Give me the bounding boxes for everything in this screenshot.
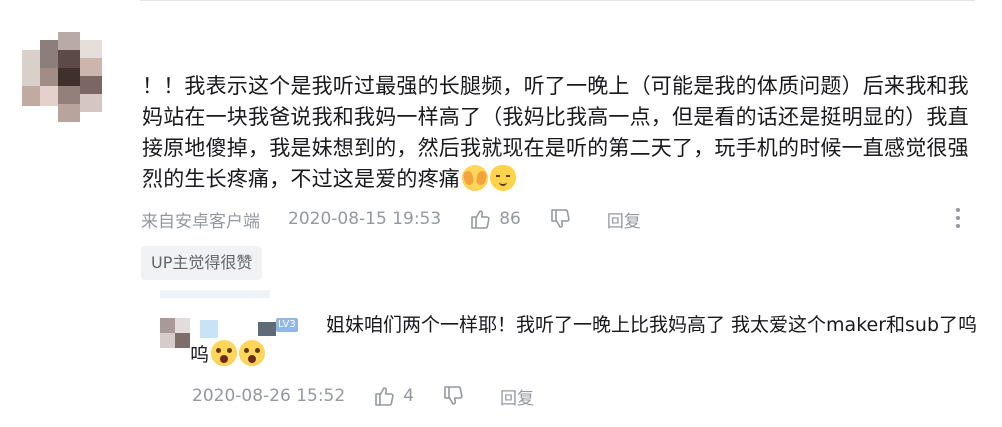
shocked-face-icon [211, 340, 238, 366]
like-button[interactable]: 86 [469, 208, 521, 230]
smiling-cat-icon [490, 165, 516, 191]
thumbs-up-icon [375, 387, 394, 406]
shocked-face-icon [239, 340, 266, 366]
reply-meta: 2020-08-26 15:52 4 回复 [192, 384, 534, 409]
thumbs-up-icon [471, 210, 490, 229]
top-divider [140, 0, 975, 1]
comment-body: ！！我表示这个是我听过最强的长腿频，听了一晚上（可能是我的体质问题）后来我和我妈… [142, 74, 969, 191]
reply-timestamp: 2020-08-26 15:52 [192, 386, 346, 406]
more-options-icon[interactable] [955, 206, 961, 230]
reply-dislike-button[interactable] [442, 385, 464, 407]
up-liked-badge: UP主觉得很赞 [141, 246, 263, 280]
reply-like-count: 4 [403, 386, 415, 406]
blurred-divider [160, 290, 270, 298]
reply-button[interactable]: 回复 [607, 207, 641, 232]
comment-timestamp: 2020-08-15 19:53 [288, 209, 442, 229]
reply-text: 姐妹咱们两个一样耶！我听了一晚上比我妈高了 我太爱这个maker和sub了呜呜 [190, 311, 980, 370]
reply-body: 姐妹咱们两个一样耶！我听了一晚上比我妈高了 我太爱这个maker和sub了呜呜 [190, 314, 978, 366]
reply-avatar[interactable] [160, 318, 190, 348]
thumbs-down-icon [551, 209, 570, 228]
avatar[interactable] [22, 32, 102, 122]
like-count: 86 [499, 209, 521, 229]
face-covering-icon [462, 165, 488, 191]
comment-source: 来自安卓客户端 [141, 211, 260, 232]
dislike-button[interactable] [549, 208, 571, 230]
reply-like-button[interactable]: 4 [373, 385, 414, 407]
comment-meta: 来自安卓客户端 2020-08-15 19:53 86 回复 [141, 207, 641, 232]
reply-reply-button[interactable]: 回复 [500, 384, 534, 409]
comment-text: ！！我表示这个是我听过最强的长腿频，听了一晚上（可能是我的体质问题）后来我和我妈… [142, 71, 972, 195]
thumbs-down-icon [444, 386, 463, 405]
